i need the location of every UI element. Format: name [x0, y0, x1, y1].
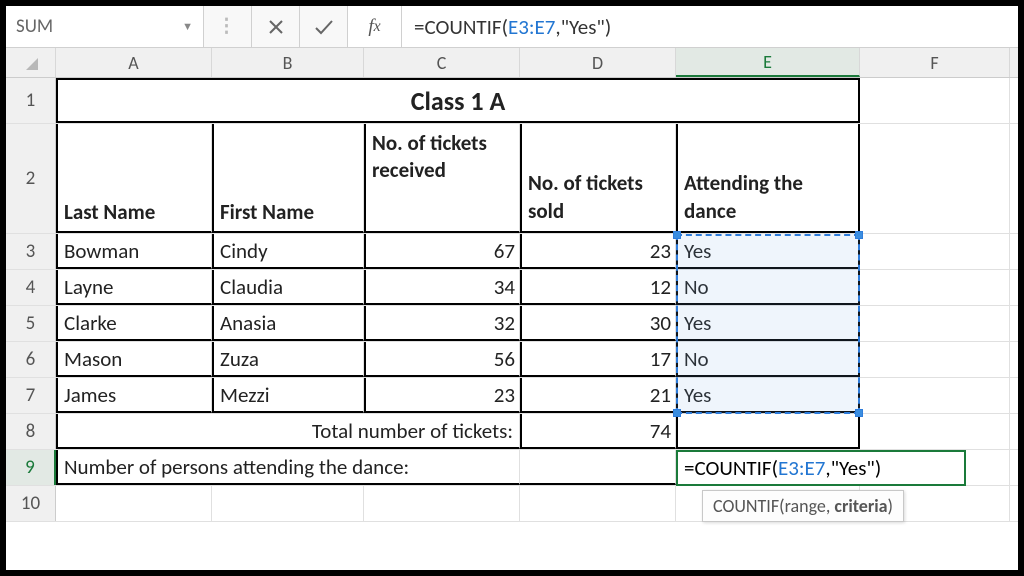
cell-last[interactable]: Bowman: [56, 234, 212, 269]
row-header-10[interactable]: 10: [6, 486, 56, 521]
cell-att[interactable]: Yes: [676, 378, 860, 413]
select-all-corner[interactable]: [6, 48, 56, 77]
cell-recv[interactable]: 23: [364, 378, 520, 413]
cell-f3[interactable]: [860, 234, 1010, 269]
tooltip-arg1: range: [785, 495, 826, 517]
col-header-d[interactable]: D: [520, 48, 676, 77]
row-8: 8 Total number of tickets: 74: [6, 414, 1018, 450]
header-first-name[interactable]: First Name: [212, 124, 364, 233]
table-row: 3 Bowman Cindy 67 23 Yes: [6, 234, 1018, 270]
cell-att[interactable]: Yes: [676, 306, 860, 341]
formula-ref: E3:E7: [508, 14, 555, 40]
edit-ref: E3:E7: [778, 455, 825, 481]
cancel-button[interactable]: [252, 6, 300, 47]
col-header-a[interactable]: A: [56, 48, 212, 77]
cell-c10[interactable]: [364, 486, 520, 521]
cell-sold[interactable]: 30: [520, 306, 676, 341]
edit-suffix: ,"Yes"): [825, 455, 881, 481]
cell-first[interactable]: Claudia: [212, 270, 364, 305]
name-box-value: SUM: [16, 15, 53, 38]
row-header-1[interactable]: 1: [6, 78, 56, 123]
cell-first[interactable]: Zuza: [212, 342, 364, 377]
cell-first[interactable]: Mezzi: [212, 378, 364, 413]
row-header-3[interactable]: 3: [6, 234, 56, 269]
formula-prefix: =COUNTIF(: [414, 14, 508, 40]
cell-recv[interactable]: 32: [364, 306, 520, 341]
name-box[interactable]: SUM ▼: [6, 6, 204, 47]
cell-f2[interactable]: [860, 124, 1010, 233]
cell-a10[interactable]: [56, 486, 212, 521]
cell-recv[interactable]: 56: [364, 342, 520, 377]
dance-label[interactable]: Number of persons attending the dance:: [56, 450, 520, 485]
cell-recv[interactable]: 67: [364, 234, 520, 269]
row-header-5[interactable]: 5: [6, 306, 56, 341]
cell-f6[interactable]: [860, 342, 1010, 377]
spreadsheet-grid[interactable]: A B C D E F 1 Class 1 A 2 Last Name Firs…: [6, 48, 1018, 570]
cell-f8[interactable]: [860, 414, 1010, 449]
title-cell[interactable]: Class 1 A: [56, 78, 860, 123]
col-header-f[interactable]: F: [860, 48, 1010, 77]
row-1: 1 Class 1 A: [6, 78, 1018, 124]
cell-f7[interactable]: [860, 378, 1010, 413]
col-header-c[interactable]: C: [364, 48, 520, 77]
name-box-dropdown-icon[interactable]: ▼: [182, 20, 193, 33]
enter-button[interactable]: [300, 6, 348, 47]
col-header-e[interactable]: E: [676, 48, 860, 77]
function-tooltip: COUNTIF(range, criteria): [702, 490, 904, 522]
cell-b10[interactable]: [212, 486, 364, 521]
formula-suffix: ,"Yes"): [555, 14, 611, 40]
cell-last[interactable]: James: [56, 378, 212, 413]
cell-att[interactable]: No: [676, 270, 860, 305]
totals-label[interactable]: Total number of tickets:: [56, 414, 520, 449]
cell-e8[interactable]: [676, 414, 860, 449]
row-header-8[interactable]: 8: [6, 414, 56, 449]
cell-sold[interactable]: 21: [520, 378, 676, 413]
edit-prefix: =COUNTIF(: [684, 455, 778, 481]
cell-d9[interactable]: [520, 450, 676, 485]
table-row: 4 Layne Claudia 34 12 No: [6, 270, 1018, 306]
cell-f1[interactable]: [860, 78, 1010, 123]
cell-recv[interactable]: 34: [364, 270, 520, 305]
cell-last[interactable]: Clarke: [56, 306, 212, 341]
row-header-9[interactable]: 9: [6, 450, 56, 485]
cell-sold[interactable]: 12: [520, 270, 676, 305]
excel-window: SUM ▼ ⋮ fx =COUNTIF(E3:E7,"Yes") A B C: [6, 6, 1018, 570]
cell-att[interactable]: Yes: [676, 234, 860, 269]
cell-first[interactable]: Cindy: [212, 234, 364, 269]
active-cell-edit[interactable]: =COUNTIF(E3:E7,"Yes"): [676, 450, 966, 486]
table-row: 7 James Mezzi 23 21 Yes: [6, 378, 1018, 414]
cell-f5[interactable]: [860, 306, 1010, 341]
formula-bar: SUM ▼ ⋮ fx =COUNTIF(E3:E7,"Yes"): [6, 6, 1018, 48]
column-headers: A B C D E F: [6, 48, 1018, 78]
cell-first[interactable]: Anasia: [212, 306, 364, 341]
row-header-6[interactable]: 6: [6, 342, 56, 377]
cell-att[interactable]: No: [676, 342, 860, 377]
row-header-2[interactable]: 2: [6, 124, 56, 233]
insert-function-button[interactable]: fx: [348, 6, 402, 47]
formula-input[interactable]: =COUNTIF(E3:E7,"Yes"): [402, 6, 1018, 47]
table-row: 5 Clarke Anasia 32 30 Yes: [6, 306, 1018, 342]
header-attending[interactable]: Attending the dance: [676, 124, 860, 233]
cell-d10[interactable]: [520, 486, 676, 521]
row-header-4[interactable]: 4: [6, 270, 56, 305]
tooltip-fn: COUNTIF: [713, 495, 779, 517]
cell-last[interactable]: Mason: [56, 342, 212, 377]
row-header-7[interactable]: 7: [6, 378, 56, 413]
table-row: 6 Mason Zuza 56 17 No: [6, 342, 1018, 378]
totals-value[interactable]: 74: [520, 414, 676, 449]
cell-sold[interactable]: 23: [520, 234, 676, 269]
header-tickets-received[interactable]: No. of tickets received: [364, 124, 520, 233]
cell-sold[interactable]: 17: [520, 342, 676, 377]
header-tickets-sold[interactable]: No. of tickets sold: [520, 124, 676, 233]
header-last-name[interactable]: Last Name: [56, 124, 212, 233]
cell-f4[interactable]: [860, 270, 1010, 305]
tooltip-arg2: criteria: [834, 495, 887, 517]
cell-last[interactable]: Layne: [56, 270, 212, 305]
rows-area: 1 Class 1 A 2 Last Name First Name No. o…: [6, 78, 1018, 522]
col-header-b[interactable]: B: [212, 48, 364, 77]
options-icon[interactable]: ⋮: [204, 6, 252, 47]
row-2: 2 Last Name First Name No. of tickets re…: [6, 124, 1018, 234]
